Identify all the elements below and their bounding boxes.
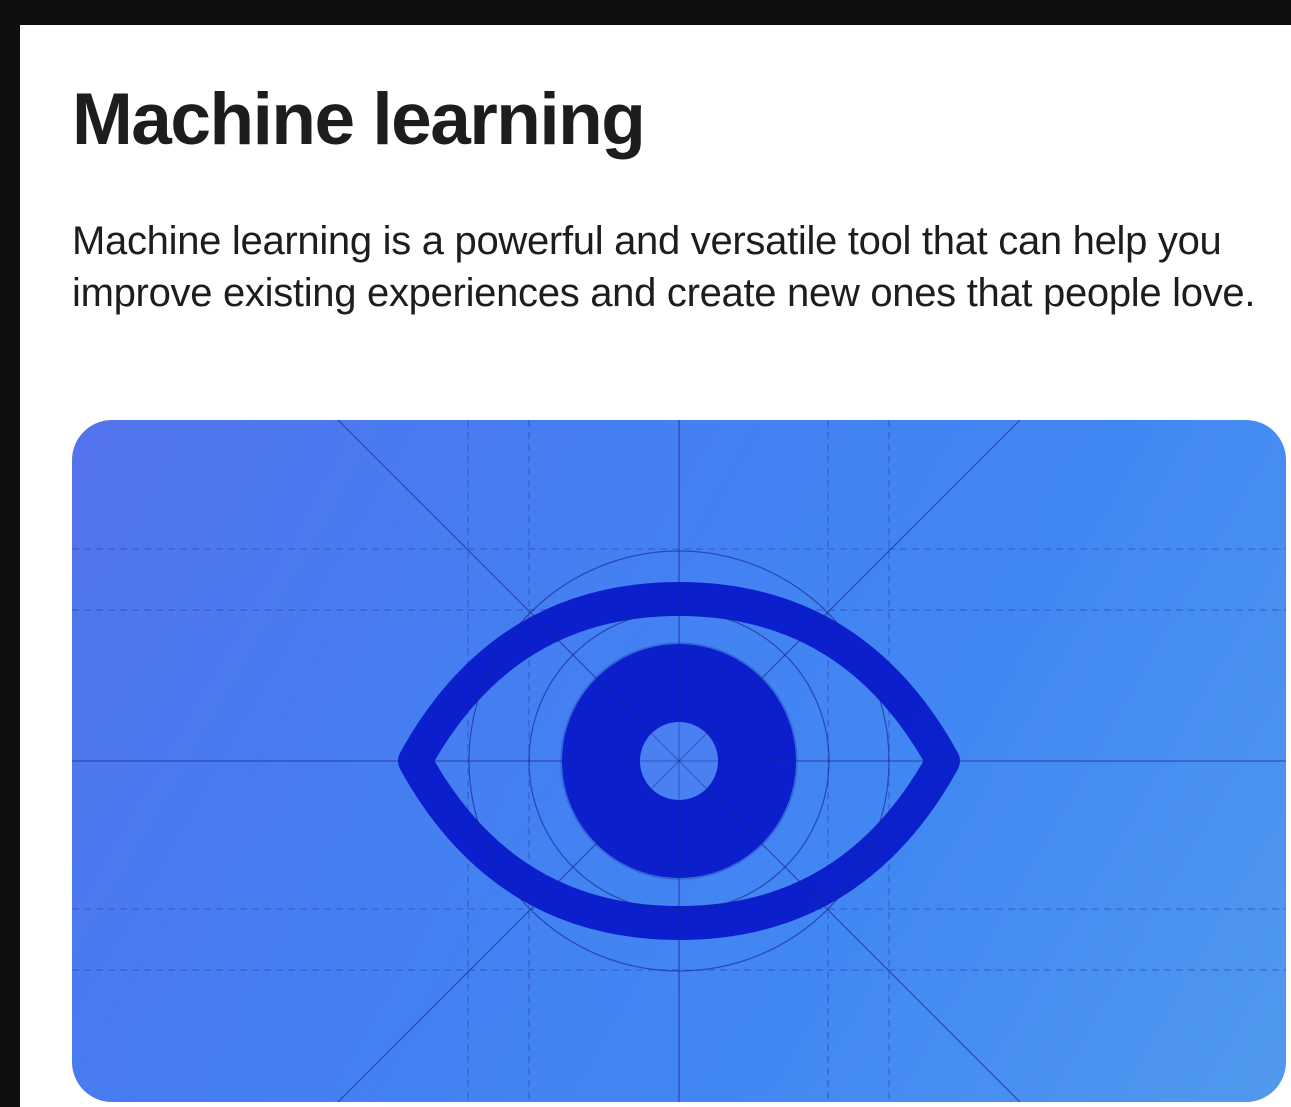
article-page: Machine learning Machine learning is a p… (20, 25, 1291, 1107)
eye-icon-diagram (72, 420, 1286, 1102)
hero-image (72, 420, 1286, 1102)
page-title: Machine learning (72, 79, 646, 160)
window-top-bar (0, 0, 1291, 25)
page-intro: Machine learning is a powerful and versa… (72, 219, 1256, 315)
window-left-edge (0, 25, 20, 1107)
